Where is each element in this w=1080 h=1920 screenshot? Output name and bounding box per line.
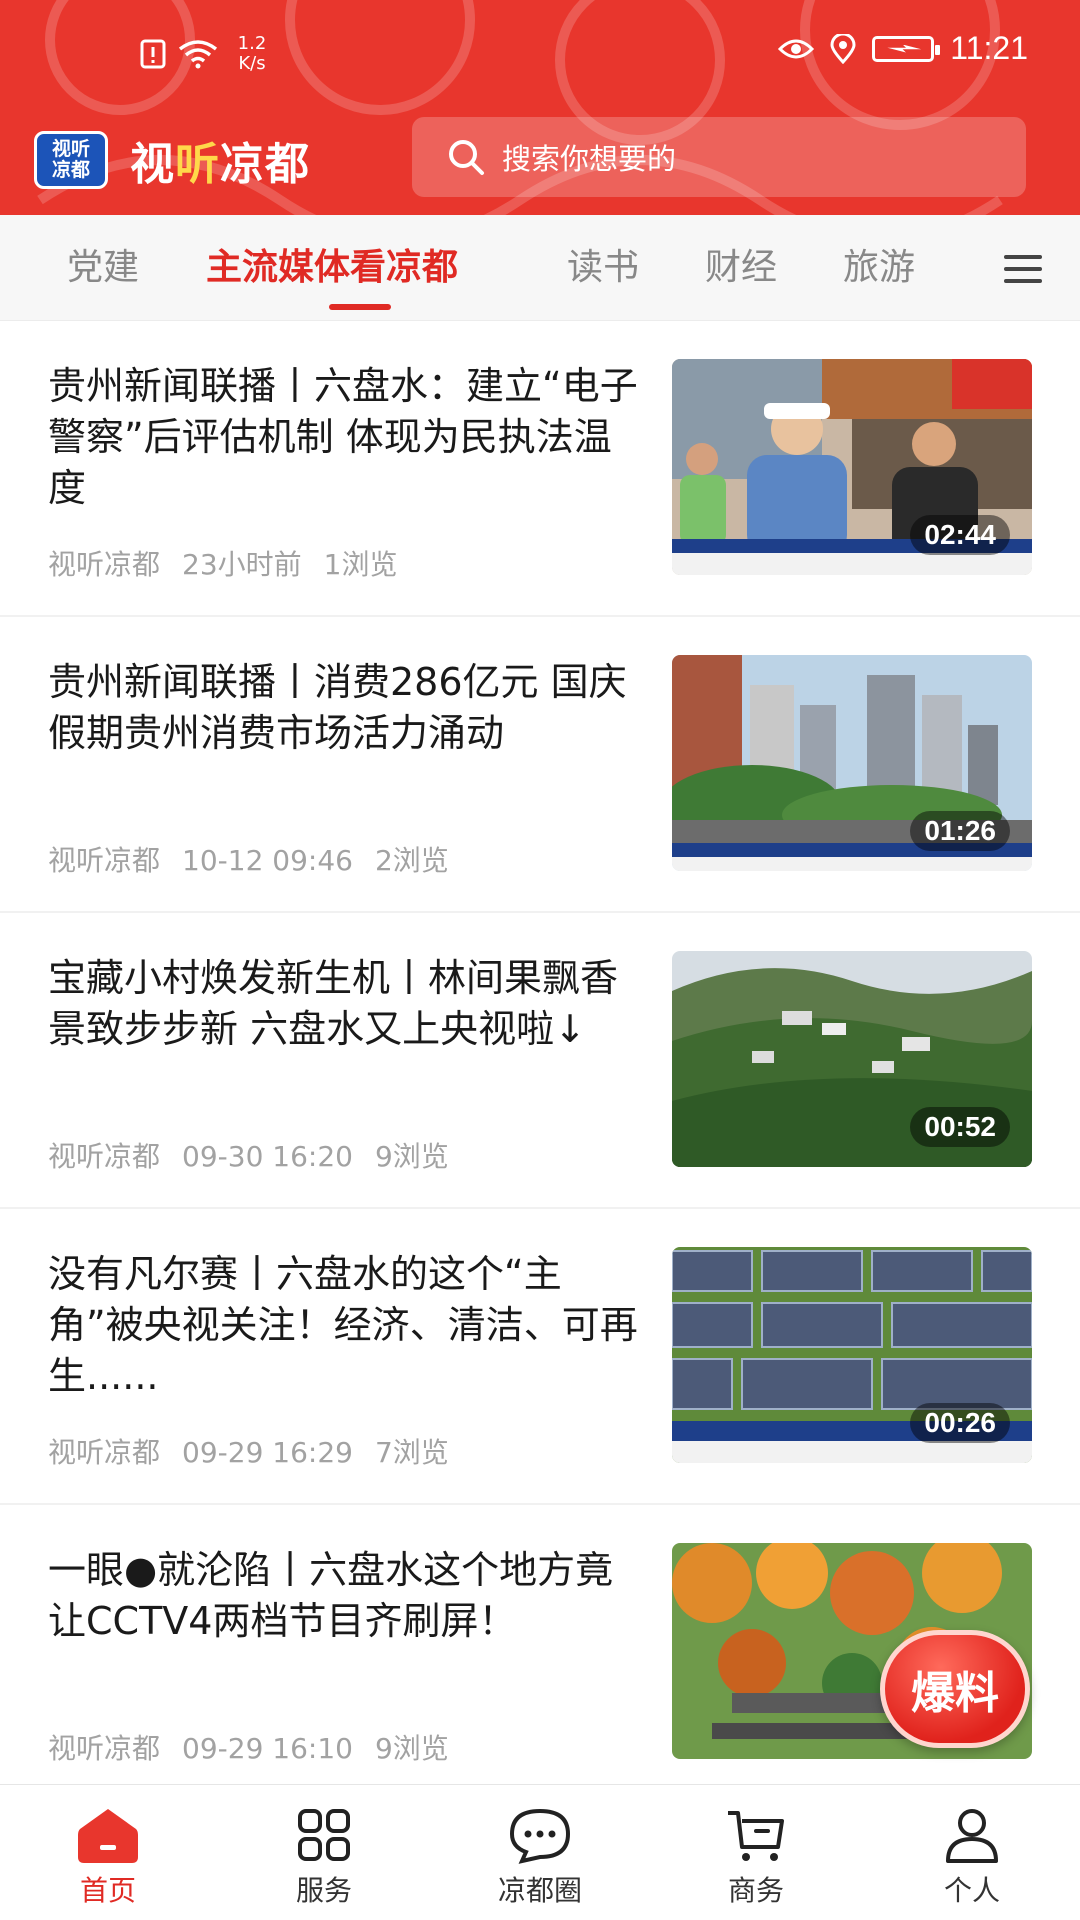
news-meta: 视听凉都 09-30 16:20 9浏览: [48, 1135, 471, 1175]
channel-menu-icon[interactable]: [1004, 255, 1042, 283]
app-logo: 视听 凉都: [34, 131, 108, 189]
baoliao-button[interactable]: 爆料: [880, 1630, 1030, 1748]
news-title[interactable]: 没有凡尔赛丨六盘水的这个“主角”被央视关注！经济、清洁、可再生......: [48, 1249, 638, 1402]
news-views: 7浏览: [374, 1436, 449, 1469]
logo-line2: 凉都: [51, 159, 90, 181]
battery-charging-icon: [872, 35, 941, 62]
wifi-icon: [178, 40, 218, 69]
video-duration: 00:26: [910, 1403, 1010, 1443]
news-source: 视听凉都: [48, 548, 161, 581]
status-time: 11:21: [950, 30, 1028, 66]
news-meta: 视听凉都 09-29 16:10 9浏览: [48, 1727, 471, 1767]
nav-label: 个人: [943, 1874, 1000, 1907]
news-item[interactable]: 没有凡尔赛丨六盘水的这个“主角”被央视关注！经济、清洁、可再生...... 视听…: [0, 1209, 1080, 1505]
news-views: 1浏览: [323, 548, 398, 581]
news-time: 23小时前: [182, 548, 302, 581]
news-views: 9浏览: [374, 1140, 449, 1173]
net-speed-unit: K/s: [238, 53, 266, 74]
news-item[interactable]: 贵州新闻联播丨消费286亿元 国庆假期贵州消费市场活力涌动 视听凉都 10-12 …: [0, 617, 1080, 913]
header: 1.2 K/s 11:21 视听 凉都 视听凉都 搜索你想要的: [0, 0, 1080, 215]
status-bar: 1.2 K/s 11:21: [0, 0, 1080, 100]
app-screen: 1.2 K/s 11:21 视听 凉都 视听凉都 搜索你想要的 党建 主流媒体看…: [0, 0, 1080, 1920]
nav-profile[interactable]: 个人: [864, 1785, 1080, 1920]
net-speed-value: 1.2: [237, 33, 267, 54]
nav-services[interactable]: 服务: [216, 1785, 432, 1920]
app-name-a: 视: [130, 139, 175, 190]
news-meta: 视听凉都 23小时前 1浏览: [48, 543, 419, 583]
nav-label: 凉都圈: [497, 1874, 582, 1907]
tab-reading[interactable]: 读书: [567, 215, 639, 321]
bottom-nav: 首页 服务 凉都圈 商务 个人: [0, 1784, 1080, 1920]
chat-bubble-icon: [509, 1808, 571, 1864]
news-thumbnail[interactable]: 00:52: [672, 951, 1032, 1167]
tab-dangjian[interactable]: 党建: [67, 215, 139, 321]
news-title[interactable]: 贵州新闻联播丨消费286亿元 国庆假期贵州消费市场活力涌动: [48, 657, 638, 759]
news-thumbnail[interactable]: 00:26: [672, 1247, 1032, 1463]
news-title[interactable]: 一眼●就沦陷丨六盘水这个地方竟让CCTV4两档节目齐刷屏！: [48, 1545, 638, 1647]
alert-icon: [140, 39, 166, 69]
status-right: 11:21: [778, 30, 1028, 67]
tab-finance[interactable]: 财经: [705, 215, 777, 321]
news-time: 09-29 16:29: [182, 1436, 353, 1469]
net-speed: 1.2 K/s: [230, 34, 274, 74]
video-duration: 00:52: [910, 1107, 1010, 1147]
news-title[interactable]: 宝藏小村焕发新生机丨林间果飘香 景致步步新 六盘水又上央视啦↓: [48, 953, 638, 1055]
news-time: 09-30 16:20: [182, 1140, 353, 1173]
nav-label: 商务: [727, 1874, 784, 1907]
news-time: 09-29 16:10: [182, 1732, 353, 1765]
location-icon: [830, 33, 856, 64]
nav-business[interactable]: 商务: [648, 1785, 864, 1920]
news-time: 10-12 09:46: [182, 844, 353, 877]
video-duration: 02:44: [910, 515, 1010, 555]
news-item[interactable]: 贵州新闻联播丨六盘水：建立“电子警察”后评估机制 体现为民执法温度 视听凉都 23…: [0, 321, 1080, 617]
channel-tabs: 党建 主流媒体看凉都 读书 财经 旅游: [0, 215, 1080, 321]
news-meta: 视听凉都 09-29 16:29 7浏览: [48, 1431, 471, 1471]
news-item[interactable]: 宝藏小村焕发新生机丨林间果飘香 景致步步新 六盘水又上央视啦↓ 视听凉都 09-3…: [0, 913, 1080, 1209]
active-tab-indicator: [329, 304, 391, 310]
nav-label: 服务: [295, 1874, 352, 1907]
news-meta: 视听凉都 10-12 09:46 2浏览: [48, 839, 471, 879]
video-duration: 01:26: [910, 811, 1010, 851]
search-bar[interactable]: 搜索你想要的: [412, 117, 1026, 197]
search-icon: [449, 140, 484, 175]
home-icon: [78, 1809, 138, 1863]
brand: 视听 凉都 视听凉都: [34, 128, 310, 192]
grid-icon: [298, 1809, 350, 1861]
news-list: 贵州新闻联播丨六盘水：建立“电子警察”后评估机制 体现为民执法温度 视听凉都 23…: [0, 321, 1080, 1801]
search-placeholder: 搜索你想要的: [502, 142, 677, 176]
logo-line1: 视听: [51, 138, 90, 160]
app-name-b: 听: [175, 139, 220, 190]
nav-label: 首页: [79, 1874, 136, 1907]
news-views: 9浏览: [374, 1732, 449, 1765]
cart-icon: [728, 1811, 784, 1861]
eye-icon: [778, 39, 815, 58]
news-source: 视听凉都: [48, 844, 161, 877]
status-left: 1.2 K/s: [140, 34, 274, 74]
app-name: 视听凉都: [130, 128, 310, 192]
news-thumbnail[interactable]: 01:26: [672, 655, 1032, 871]
app-name-c: 凉都: [220, 139, 310, 190]
nav-liangdu-circle[interactable]: 凉都圈: [432, 1785, 648, 1920]
tab-travel[interactable]: 旅游: [843, 215, 915, 321]
news-title[interactable]: 贵州新闻联播丨六盘水：建立“电子警察”后评估机制 体现为民执法温度: [48, 361, 638, 514]
news-source: 视听凉都: [48, 1140, 161, 1173]
nav-home[interactable]: 首页: [0, 1785, 216, 1920]
news-views: 2浏览: [374, 844, 449, 877]
news-source: 视听凉都: [48, 1732, 161, 1765]
news-source: 视听凉都: [48, 1436, 161, 1469]
person-icon: [946, 1809, 998, 1863]
news-thumbnail[interactable]: 02:44: [672, 359, 1032, 575]
